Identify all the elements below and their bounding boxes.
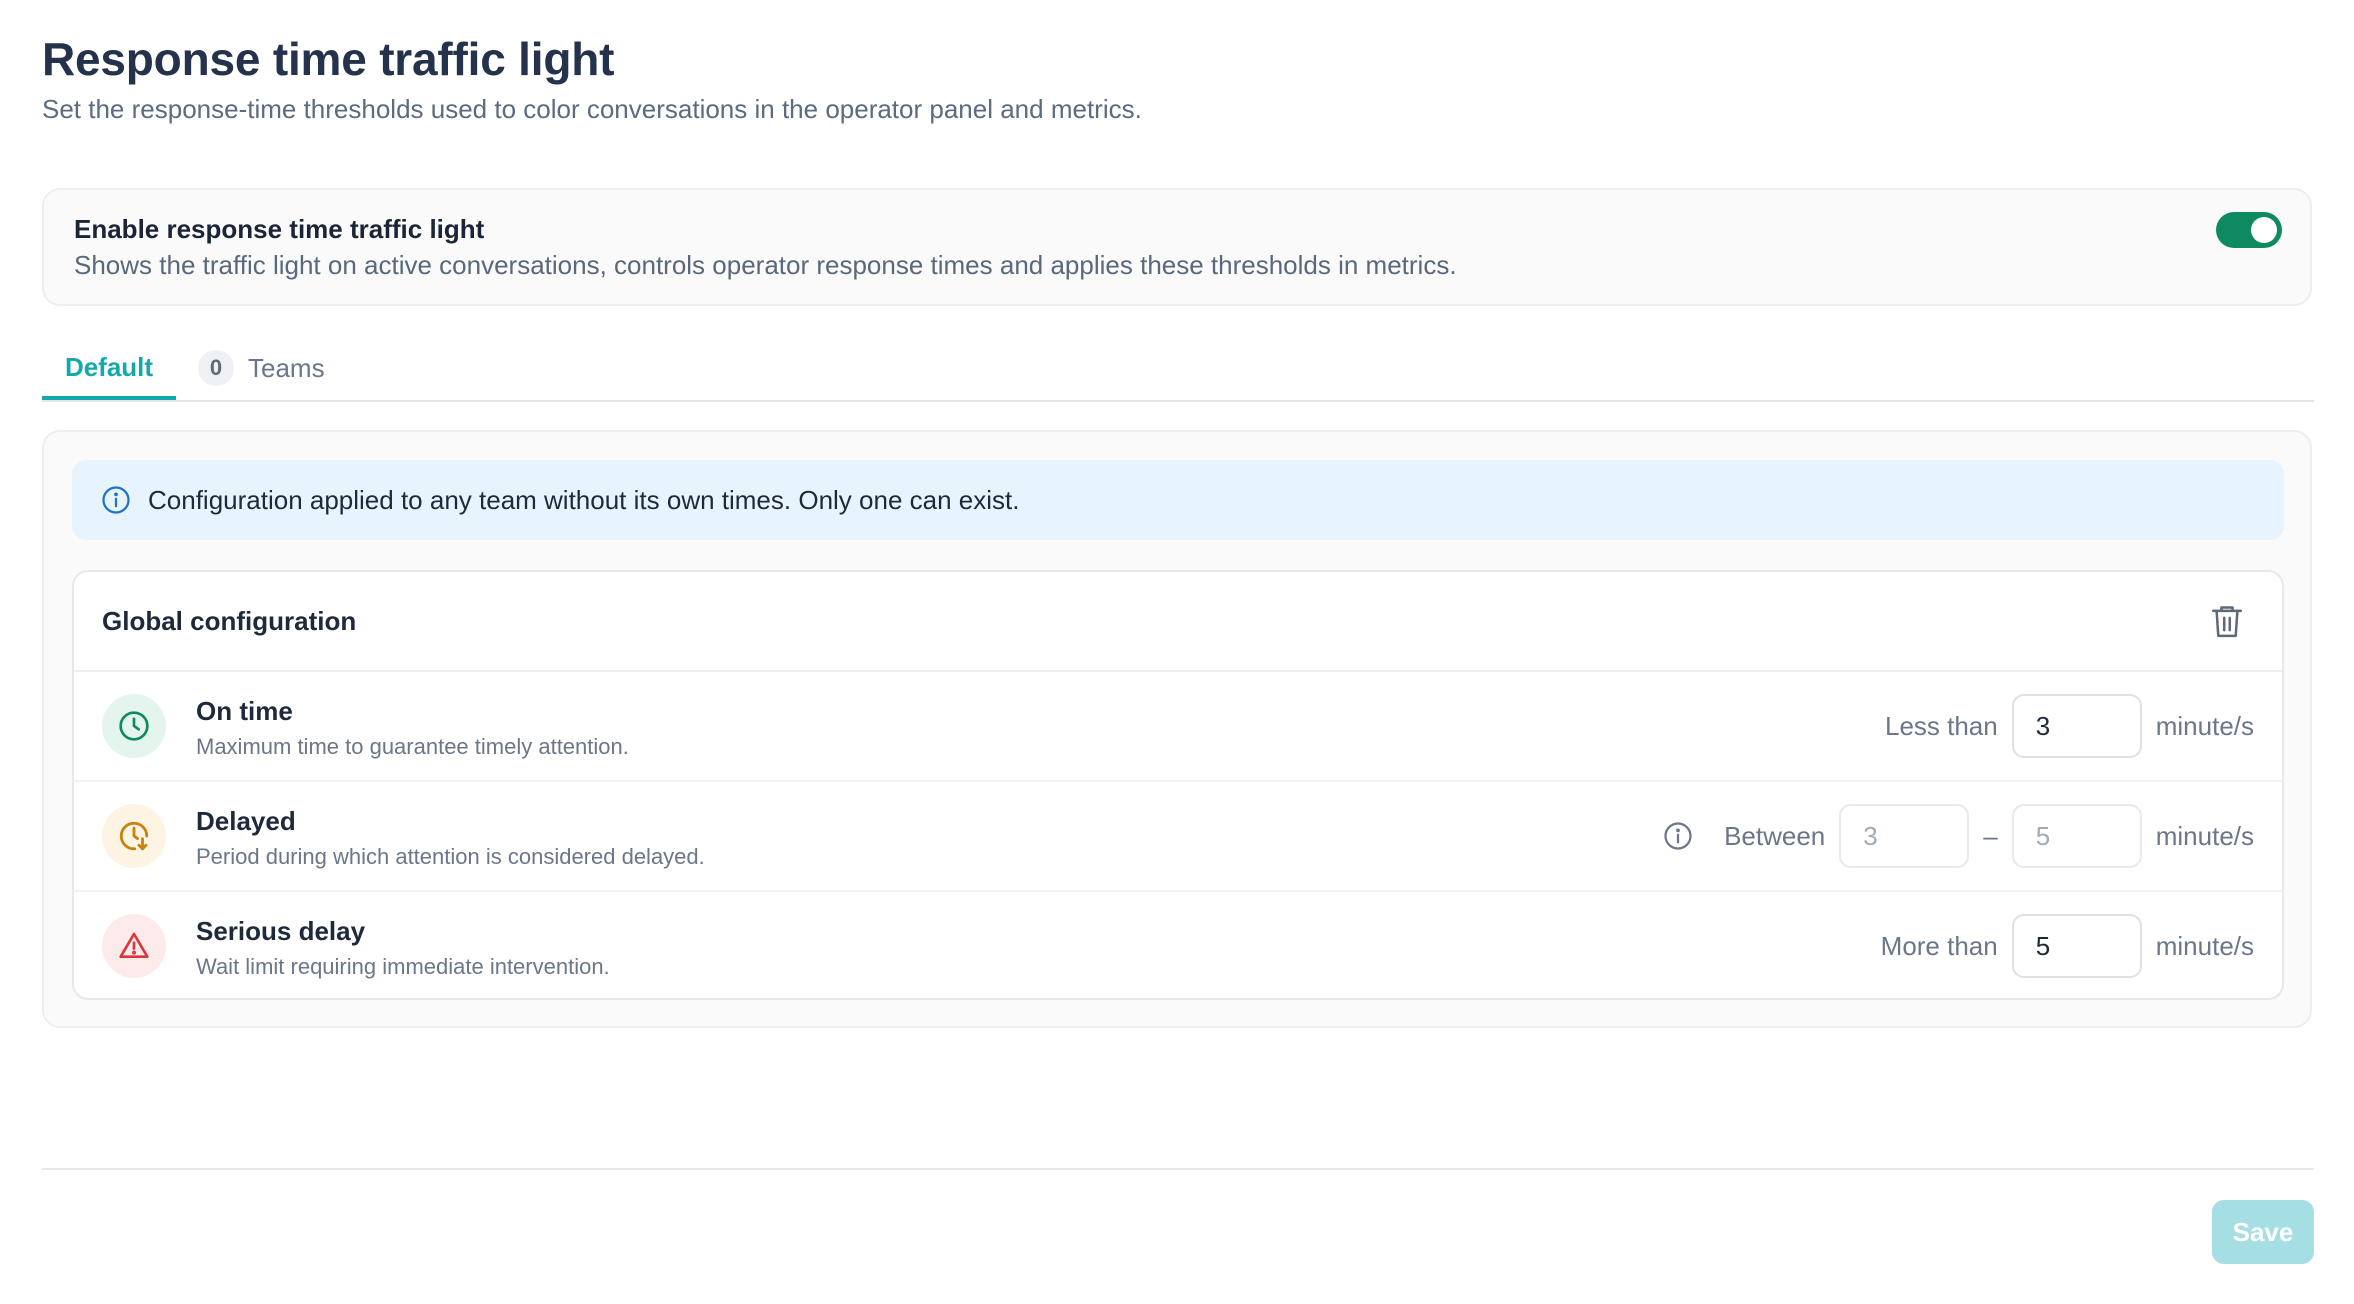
tabs: Default 0 Teams — [42, 338, 2314, 402]
global-config-card: Global configuration On time Maximum tim… — [72, 570, 2284, 1000]
config-title: Global configuration — [102, 606, 357, 636]
row-controls: More than minute/s — [1881, 914, 2254, 978]
unit-label: minute/s — [2155, 930, 2254, 961]
enable-traffic-light-card: Enable response time traffic light Shows… — [42, 188, 2312, 306]
enable-toggle[interactable] — [2216, 212, 2282, 248]
tab-default-label: Default — [64, 351, 154, 382]
footer-divider — [42, 1168, 2314, 1170]
enable-title: Enable response time traffic light — [74, 214, 485, 244]
threshold-label: More than — [1880, 930, 1998, 961]
row-controls: Less than minute/s — [1885, 694, 2254, 758]
threshold-row-serious-delay: Serious delay Wait limit requiring immed… — [74, 892, 2282, 998]
threshold-label: Between — [1724, 820, 1826, 851]
threshold-row-delayed: Delayed Period during which attention is… — [74, 782, 2282, 892]
tab-teams-label: Teams — [248, 352, 325, 383]
delayed-to-input — [2011, 804, 2142, 868]
unit-label: minute/s — [2155, 820, 2254, 851]
unit-label: minute/s — [2155, 710, 2254, 741]
row-description: Maximum time to guarantee timely attenti… — [196, 734, 629, 759]
row-description: Period during which attention is conside… — [196, 844, 705, 869]
info-banner: Configuration applied to any team withou… — [72, 460, 2284, 540]
default-config-panel: Configuration applied to any team withou… — [42, 430, 2312, 1028]
enable-description: Shows the traffic light on active conver… — [74, 250, 1457, 280]
info-text: Configuration applied to any team withou… — [148, 484, 1020, 515]
row-title: Serious delay — [196, 916, 366, 946]
info-circle-icon[interactable] — [1662, 820, 1694, 852]
info-circle-icon — [100, 484, 132, 516]
teams-count-badge: 0 — [198, 350, 234, 386]
trash-icon[interactable] — [2210, 604, 2244, 640]
row-controls: Between – minute/s — [1662, 804, 2254, 868]
threshold-row-on-time: On time Maximum time to guarantee timely… — [74, 672, 2282, 782]
serious-delay-minutes-input[interactable] — [2011, 914, 2142, 978]
row-title: On time — [196, 696, 293, 726]
toggle-knob — [2251, 217, 2277, 243]
clock-icon — [102, 694, 166, 758]
page-subtitle: Set the response-time thresholds used to… — [42, 94, 1142, 124]
page-title: Response time traffic light — [42, 33, 615, 85]
threshold-label: Less than — [1884, 710, 1998, 741]
on-time-minutes-input[interactable] — [2011, 694, 2142, 758]
tab-default[interactable]: Default — [42, 338, 176, 400]
clock-delay-icon — [102, 804, 166, 868]
tab-teams[interactable]: 0 Teams — [198, 338, 325, 398]
row-title: Delayed — [196, 806, 296, 836]
row-description: Wait limit requiring immediate intervent… — [196, 954, 610, 979]
delayed-from-input — [1839, 804, 1970, 868]
warning-triangle-icon — [102, 914, 166, 978]
range-separator: – — [1983, 820, 1998, 851]
save-button[interactable]: Save — [2212, 1200, 2314, 1264]
settings-page: Response time traffic light Set the resp… — [42, 0, 2314, 1304]
config-header: Global configuration — [74, 572, 2282, 672]
